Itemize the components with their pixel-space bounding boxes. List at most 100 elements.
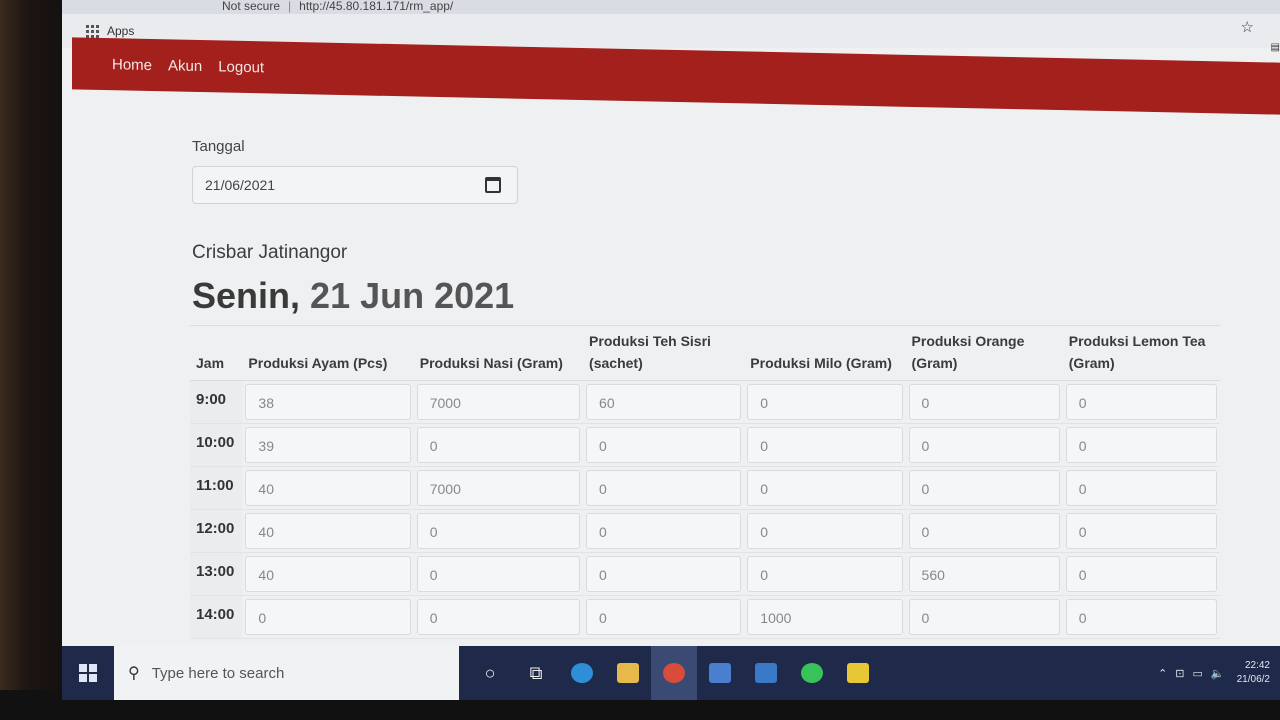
production-input[interactable]: 1000: [747, 599, 903, 635]
production-input[interactable]: 0: [908, 470, 1060, 506]
value-cell: 0: [242, 595, 414, 639]
production-input[interactable]: 0: [586, 556, 742, 592]
production-input[interactable]: 7000: [416, 470, 581, 506]
production-input[interactable]: 0: [586, 513, 742, 549]
value-cell: 0: [744, 552, 906, 596]
date-input[interactable]: 21/06/2021: [192, 166, 518, 204]
table-header-row: Jam Produksi Ayam (Pcs) Produksi Nasi (G…: [190, 325, 1220, 381]
production-input[interactable]: 0: [747, 513, 903, 549]
nav-home[interactable]: Home: [112, 56, 152, 74]
sticky-notes-icon[interactable]: [835, 646, 881, 700]
production-input[interactable]: 0: [908, 513, 1060, 549]
hour-cell: 14:00: [190, 595, 243, 639]
production-input[interactable]: 0: [416, 513, 581, 549]
date-value: 21/06/2021: [205, 177, 276, 193]
taskbar-search[interactable]: ⚲ Type here to search: [114, 646, 459, 700]
table-row: 11:00 40 7000 0 0 0 0: [190, 466, 1220, 510]
value-cell: 40: [242, 509, 414, 553]
value-cell: 60: [583, 380, 745, 424]
header-milo: Produksi Milo (Gram): [744, 325, 906, 381]
production-input[interactable]: 0: [1065, 470, 1217, 506]
value-cell: 0: [583, 423, 745, 467]
production-input[interactable]: 0: [747, 427, 903, 463]
tray-network-icon[interactable]: ⊡: [1175, 667, 1184, 680]
production-input[interactable]: 40: [245, 513, 411, 549]
value-cell: 0: [905, 423, 1063, 467]
value-cell: 560: [905, 552, 1063, 596]
navbar: Home Akun Logout: [72, 37, 1280, 115]
address-bar[interactable]: Not secure | http://45.80.181.171/rm_app/: [62, 0, 1280, 14]
file-explorer-icon[interactable]: [605, 646, 651, 700]
task-view-icon[interactable]: ⧉: [513, 646, 559, 700]
production-input[interactable]: 40: [245, 470, 411, 506]
value-cell: 0: [905, 595, 1063, 639]
tray-clock[interactable]: 22:42 21/06/2: [1237, 659, 1270, 687]
value-cell: 0: [583, 595, 745, 639]
edge-icon[interactable]: [559, 646, 605, 700]
production-input[interactable]: 0: [1065, 556, 1217, 592]
production-input[interactable]: 0: [908, 599, 1060, 635]
whatsapp-icon[interactable]: [789, 646, 835, 700]
bookmark-apps[interactable]: Apps: [107, 24, 134, 38]
production-input[interactable]: 39: [245, 427, 411, 463]
header-orange: Produksi Orange (Gram): [905, 325, 1063, 381]
table-row: 13:00 40 0 0 0 560 0: [190, 552, 1220, 596]
mail-icon[interactable]: [743, 646, 789, 700]
reading-list-icon[interactable]: ▤: [1271, 42, 1280, 53]
production-input[interactable]: 0: [586, 427, 742, 463]
hour-cell: 11:00: [190, 466, 243, 510]
production-input[interactable]: 7000: [416, 384, 581, 420]
value-cell: 0: [1062, 552, 1220, 596]
production-input[interactable]: 0: [586, 599, 742, 635]
header-teh: Produksi Teh Sisri (sachet): [583, 325, 745, 381]
production-input[interactable]: 0: [747, 470, 903, 506]
production-input[interactable]: 560: [908, 556, 1060, 592]
production-input[interactable]: 0: [1065, 599, 1217, 635]
cortana-icon[interactable]: ○: [467, 646, 513, 700]
production-input[interactable]: 0: [416, 599, 581, 635]
chrome-icon[interactable]: [651, 646, 697, 700]
value-cell: 40: [242, 552, 414, 596]
production-input[interactable]: 0: [747, 556, 903, 592]
value-cell: 0: [583, 466, 745, 510]
table-row: 10:00 39 0 0 0 0 0: [190, 423, 1220, 467]
production-input[interactable]: 0: [747, 384, 903, 420]
taskbar-icons: ○ ⧉: [467, 646, 881, 700]
clock-date: 21/06/2: [1236, 674, 1270, 685]
value-cell: 0: [413, 552, 584, 596]
header-ayam: Produksi Ayam (Pcs): [242, 325, 414, 381]
store-name: Crisbar Jatinangor: [192, 242, 348, 263]
calendar-icon[interactable]: [485, 177, 501, 193]
store-icon[interactable]: [697, 646, 743, 700]
hour-cell: 9:00: [190, 380, 243, 424]
url-text[interactable]: http://45.80.181.171/rm_app/: [299, 0, 453, 13]
production-input[interactable]: 0: [1065, 384, 1217, 420]
bookmark-star-icon[interactable]: ☆: [1241, 18, 1254, 36]
tray-chevron-icon[interactable]: ⌃: [1158, 667, 1167, 680]
production-input[interactable]: 40: [245, 556, 411, 592]
production-input[interactable]: 0: [245, 599, 411, 635]
production-input[interactable]: 0: [586, 470, 742, 506]
search-placeholder: Type here to search: [151, 664, 285, 682]
monitor-bezel-left: [0, 0, 70, 720]
production-input[interactable]: 0: [908, 427, 1060, 463]
title-day: Senin,: [192, 275, 301, 316]
nav-logout[interactable]: Logout: [218, 58, 264, 76]
production-input[interactable]: 0: [1065, 513, 1217, 549]
screen: Not secure | http://45.80.181.171/rm_app/ …: [62, 0, 1280, 700]
production-input[interactable]: 0: [908, 384, 1060, 420]
tray-volume-icon[interactable]: 🔈: [1211, 667, 1225, 680]
production-input[interactable]: 0: [1065, 427, 1217, 463]
production-input[interactable]: 0: [416, 427, 581, 463]
production-input[interactable]: 0: [416, 556, 581, 592]
value-cell: 0: [583, 509, 745, 553]
value-cell: 0: [744, 423, 906, 467]
value-cell: 0: [1062, 423, 1220, 467]
apps-grid-icon[interactable]: [86, 24, 99, 38]
production-input[interactable]: 60: [586, 384, 742, 420]
start-button[interactable]: [62, 646, 114, 700]
nav-akun[interactable]: Akun: [168, 57, 202, 75]
production-input[interactable]: 38: [245, 384, 411, 420]
value-cell: 0: [905, 466, 1063, 510]
tray-battery-icon[interactable]: ▭: [1193, 667, 1203, 680]
